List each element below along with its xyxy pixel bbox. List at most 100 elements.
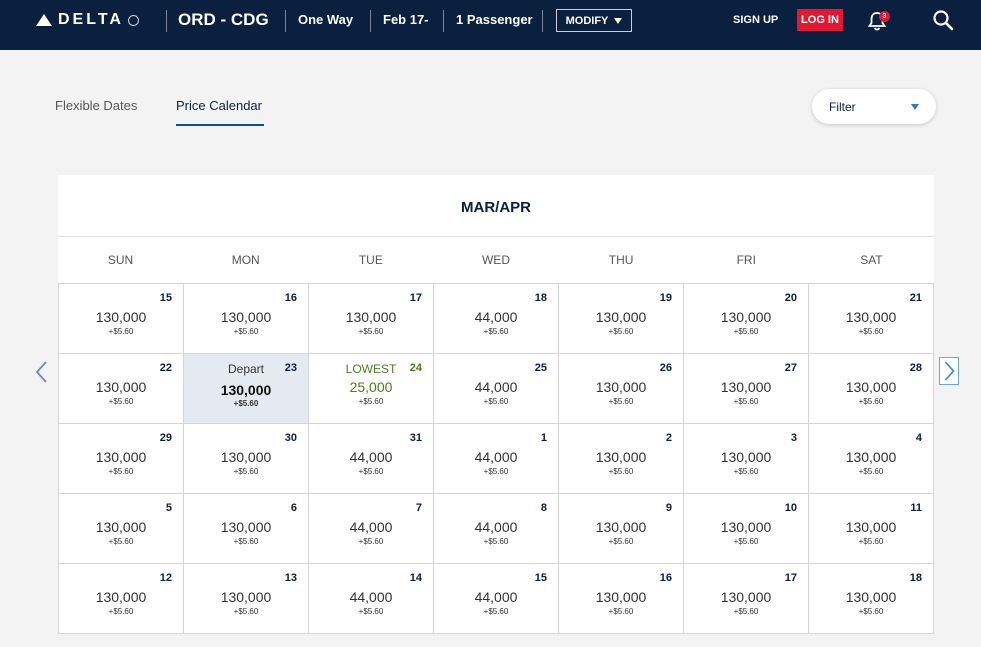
- weekday-header-row: SUN MON TUE WED THU FRI SAT: [58, 236, 934, 284]
- day-number: 15: [159, 292, 172, 304]
- calendar-day-cell[interactable]: 6 130,000 +$5.60: [184, 494, 309, 564]
- calendar-day-cell[interactable]: 18 130,000 +$5.60: [809, 564, 934, 634]
- calendar-day-cell[interactable]: 1 44,000 +$5.60: [434, 424, 559, 494]
- calendar-day-cell[interactable]: 18 44,000 +$5.60: [434, 284, 559, 354]
- miles-price: 130,000: [220, 309, 272, 325]
- calendar-day-cell[interactable]: 16 130,000 +$5.60: [559, 564, 684, 634]
- miles-price: 130,000: [95, 589, 147, 605]
- chevron-right-icon[interactable]: [939, 357, 959, 385]
- day-number: 2: [665, 432, 672, 444]
- chevron-left-icon[interactable]: [33, 360, 51, 384]
- miles-price: 130,000: [595, 309, 647, 325]
- calendar-day-cell-selected[interactable]: 23 Depart 130,000 +$5.60: [184, 354, 309, 424]
- filter-dropdown[interactable]: Filter: [812, 89, 936, 124]
- calendar-day-cell[interactable]: 5 130,000 +$5.60: [59, 494, 184, 564]
- price-calendar: MAR/APR SUN MON TUE WED THU FRI SAT 15 13…: [58, 175, 934, 634]
- calendar-day-cell[interactable]: 16 130,000 +$5.60: [184, 284, 309, 354]
- log-in-button[interactable]: LOG IN: [797, 9, 843, 31]
- calendar-day-cell[interactable]: 12 130,000 +$5.60: [59, 564, 184, 634]
- tax-fee: +$5.60: [608, 467, 634, 476]
- miles-price: 130,000: [595, 379, 647, 395]
- miles-price: 130,000: [720, 519, 772, 535]
- tax-fee: +$5.60: [608, 607, 634, 616]
- calendar-day-cell[interactable]: 11 130,000 +$5.60: [809, 494, 934, 564]
- tax-fee: +$5.60: [358, 537, 384, 546]
- tax-fee: +$5.60: [108, 327, 134, 336]
- calendar-day-cell[interactable]: 7 44,000 +$5.60: [309, 494, 434, 564]
- calendar-day-cell[interactable]: 14 44,000 +$5.60: [309, 564, 434, 634]
- calendar-day-cell[interactable]: 13 130,000 +$5.60: [184, 564, 309, 634]
- calendar-day-cell[interactable]: 3 130,000 +$5.60: [684, 424, 809, 494]
- delta-logo[interactable]: DELTA: [36, 10, 139, 30]
- miles-price: 130,000: [95, 379, 147, 395]
- tax-fee: +$5.60: [233, 399, 259, 408]
- calendar-day-cell[interactable]: 4 130,000 +$5.60: [809, 424, 934, 494]
- tax-fee: +$5.60: [858, 397, 884, 406]
- day-number: 31: [409, 432, 422, 444]
- day-number: 13: [284, 572, 297, 584]
- tab-flexible-dates[interactable]: Flexible Dates: [55, 98, 137, 113]
- calendar-day-cell[interactable]: 15 130,000 +$5.60: [59, 284, 184, 354]
- modify-button[interactable]: MODIFY: [556, 9, 632, 32]
- calendar-day-cell[interactable]: 2 130,000 +$5.60: [559, 424, 684, 494]
- calendar-day-cell[interactable]: 28 130,000 +$5.60: [809, 354, 934, 424]
- calendar-day-cell[interactable]: 29 130,000 +$5.60: [59, 424, 184, 494]
- tax-fee: +$5.60: [608, 327, 634, 336]
- delta-logo-icon: [36, 14, 52, 26]
- tax-fee: +$5.60: [108, 607, 134, 616]
- day-number: 17: [784, 572, 797, 584]
- calendar-day-cell[interactable]: 21 130,000 +$5.60: [809, 284, 934, 354]
- tax-fee: +$5.60: [483, 397, 509, 406]
- miles-price: 130,000: [95, 309, 147, 325]
- miles-price: 130,000: [845, 379, 897, 395]
- sign-up-link[interactable]: SIGN UP: [733, 14, 778, 26]
- search-icon[interactable]: [932, 9, 954, 31]
- calendar-day-cell[interactable]: 31 44,000 +$5.60: [309, 424, 434, 494]
- divider: [443, 10, 444, 32]
- miles-price: 44,000: [474, 379, 518, 395]
- calendar-day-cell[interactable]: 22 130,000 +$5.60: [59, 354, 184, 424]
- calendar-day-cell[interactable]: 25 44,000 +$5.60: [434, 354, 559, 424]
- top-nav-bar: DELTA ORD - CDG One Way Feb 17- 1 Passen…: [0, 0, 981, 50]
- day-number: 18: [534, 292, 547, 304]
- passengers-label: 1 Passenger: [456, 12, 533, 27]
- miles-price: 44,000: [474, 589, 518, 605]
- day-number: 17: [409, 292, 422, 304]
- tax-fee: +$5.60: [108, 397, 134, 406]
- miles-price: 44,000: [349, 589, 393, 605]
- tax-fee: +$5.60: [233, 537, 259, 546]
- tax-fee: +$5.60: [483, 537, 509, 546]
- day-number: 16: [284, 292, 297, 304]
- brand-name: DELTA: [58, 11, 124, 28]
- weekday-label: TUE: [358, 253, 383, 267]
- divider: [285, 10, 286, 32]
- miles-price: 130,000: [345, 309, 397, 325]
- notification-badge: 3: [879, 11, 890, 22]
- calendar-day-cell[interactable]: 27 130,000 +$5.60: [684, 354, 809, 424]
- tax-fee: +$5.60: [483, 467, 509, 476]
- miles-price: 130,000: [720, 589, 772, 605]
- calendar-day-cell[interactable]: 26 130,000 +$5.60: [559, 354, 684, 424]
- calendar-day-cell[interactable]: 17 130,000 +$5.60: [309, 284, 434, 354]
- tax-fee: +$5.60: [858, 537, 884, 546]
- tax-fee: +$5.60: [483, 607, 509, 616]
- calendar-day-cell[interactable]: 8 44,000 +$5.60: [434, 494, 559, 564]
- tab-price-calendar[interactable]: Price Calendar: [176, 98, 262, 113]
- day-number: 7: [415, 502, 422, 514]
- miles-price: 130,000: [720, 449, 772, 465]
- filter-label: Filter: [829, 99, 856, 114]
- calendar-day-cell-lowest[interactable]: 24 LOWEST 25,000 +$5.60: [309, 354, 434, 424]
- calendar-grid: 15 130,000 +$5.60 16 130,000 +$5.60 17 130,000 +…: [58, 283, 934, 634]
- tax-fee: +$5.60: [608, 397, 634, 406]
- calendar-day-cell[interactable]: 17 130,000 +$5.60: [684, 564, 809, 634]
- calendar-day-cell[interactable]: 15 44,000 +$5.60: [434, 564, 559, 634]
- calendar-day-cell[interactable]: 10 130,000 +$5.60: [684, 494, 809, 564]
- divider: [166, 10, 167, 32]
- tax-fee: +$5.60: [733, 607, 759, 616]
- calendar-day-cell[interactable]: 9 130,000 +$5.60: [559, 494, 684, 564]
- calendar-day-cell[interactable]: 30 130,000 +$5.60: [184, 424, 309, 494]
- tax-fee: +$5.60: [733, 537, 759, 546]
- calendar-day-cell[interactable]: 19 130,000 +$5.60: [559, 284, 684, 354]
- calendar-day-cell[interactable]: 20 130,000 +$5.60: [684, 284, 809, 354]
- chevron-down-icon: [614, 17, 623, 24]
